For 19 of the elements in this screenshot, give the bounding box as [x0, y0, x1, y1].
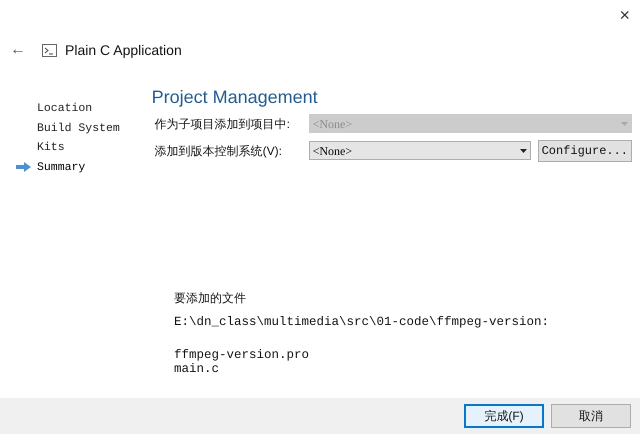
file-name: ffmpeg-version.pro — [174, 348, 310, 362]
folder-path: E:\dn_class\multimedia\src\01-code\ffmpeg-version: — [174, 314, 550, 331]
dialog-button[interactable]: 完成(F) — [464, 404, 544, 428]
wizard-step: Summary — [37, 158, 86, 176]
files-heading: 要添加的文件 — [174, 290, 247, 307]
page-title: Project Management — [152, 86, 319, 108]
combo-box[interactable]: <None> — [308, 141, 531, 160]
terminal-icon — [42, 44, 57, 56]
back-button[interactable]: ← — [6, 38, 30, 62]
file-name: main.c — [174, 362, 220, 376]
field-label: 添加到版本控制系统(V): — [154, 142, 283, 160]
wizard-step: Build System — [37, 120, 120, 137]
close-button[interactable]: × — [615, 2, 634, 28]
field-label: 作为子项目添加到项目中: — [154, 116, 291, 132]
wizard-title: Plain C Application — [65, 40, 182, 60]
wizard-step: Kits — [37, 139, 65, 156]
dialog-button[interactable]: 取消 — [551, 404, 631, 428]
wizard-step: Location — [37, 100, 92, 118]
configure-button[interactable]: Configure... — [538, 140, 632, 162]
